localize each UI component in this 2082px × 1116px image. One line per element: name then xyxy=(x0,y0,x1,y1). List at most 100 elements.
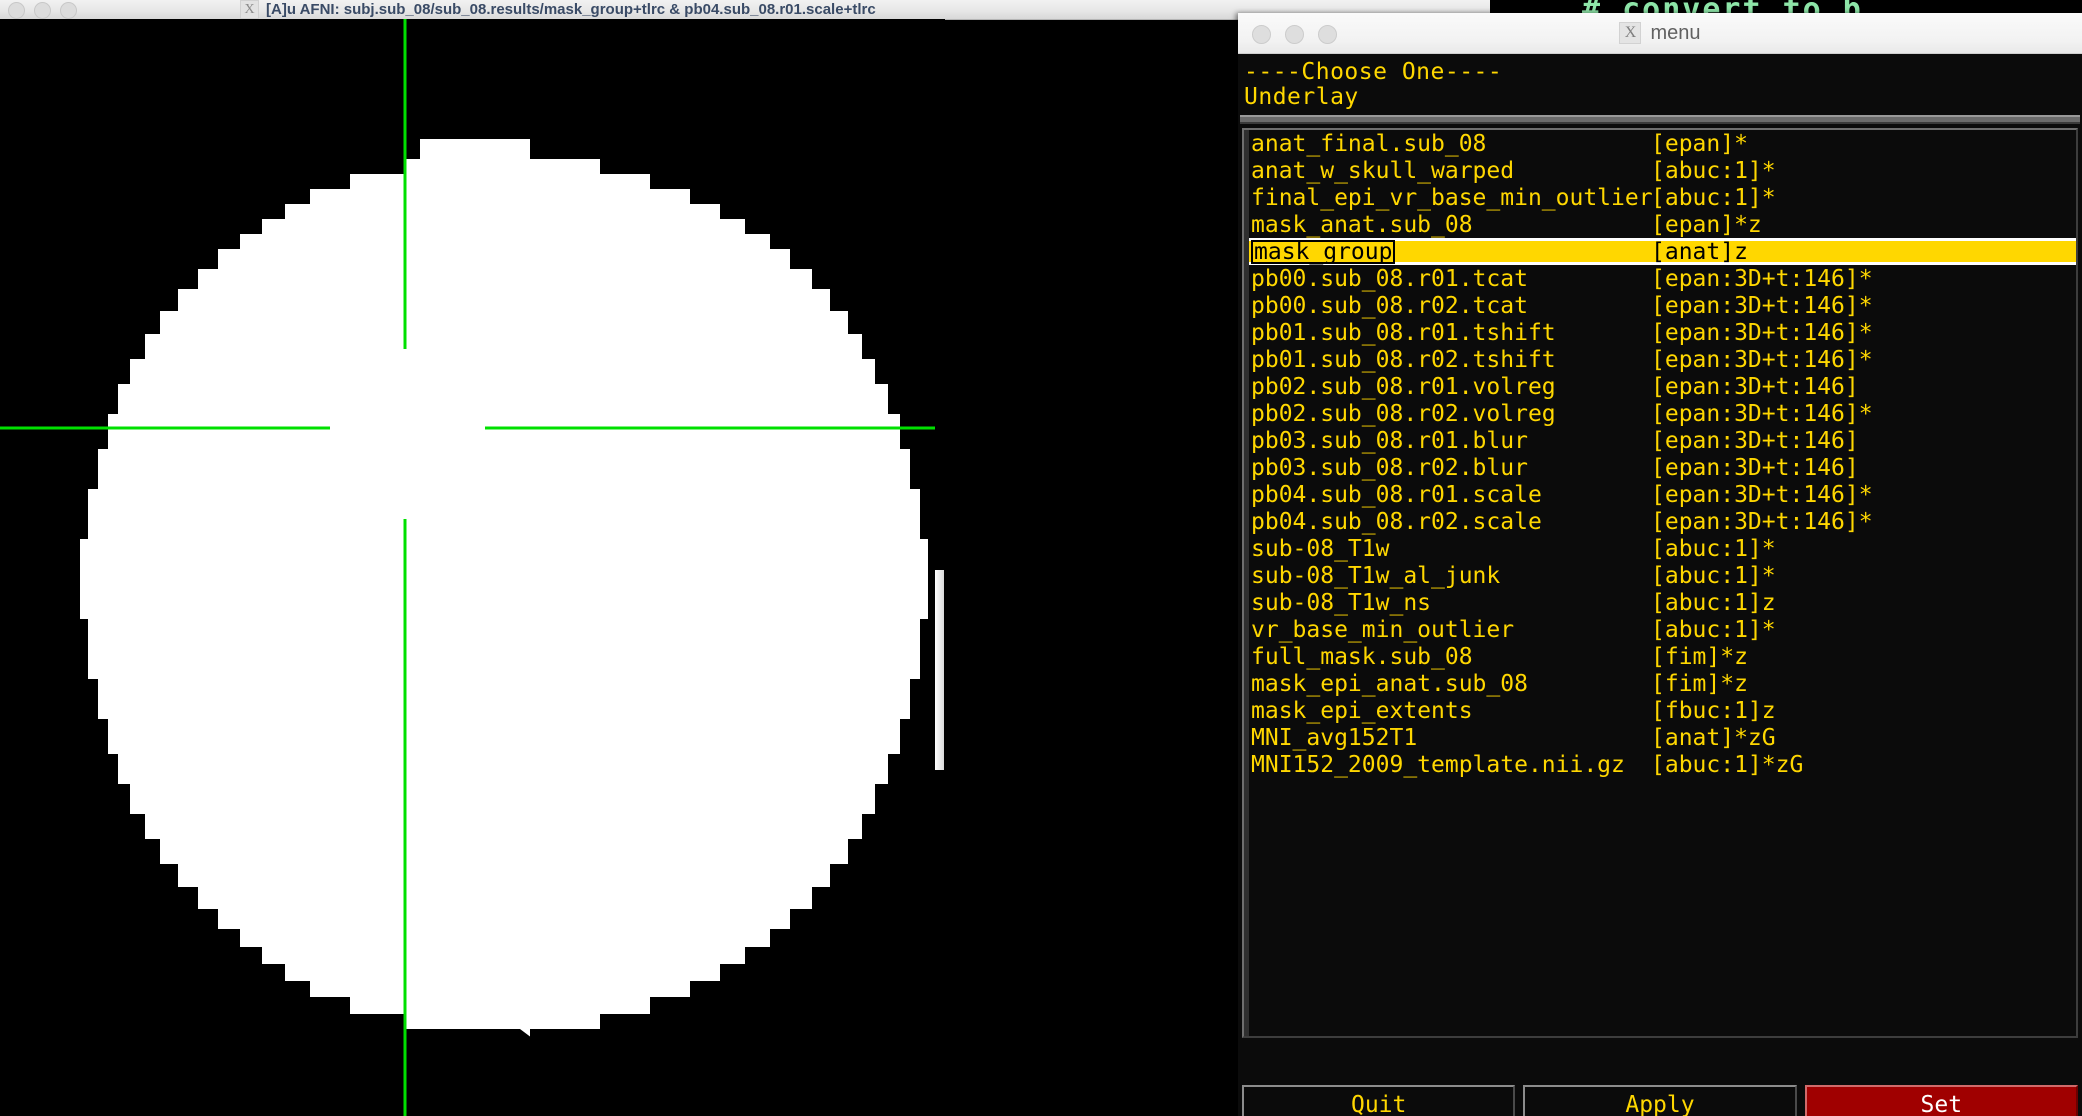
minimize-button[interactable] xyxy=(34,2,51,19)
dataset-type: [abuc:1]* xyxy=(1651,535,1776,562)
dataset-name: pb01.sub_08.r01.tshift xyxy=(1251,319,1556,346)
dataset-type: [abuc:1]* xyxy=(1651,562,1776,589)
dataset-row[interactable]: MNI_avg152T1 [anat]*zG xyxy=(1249,724,2076,751)
dataset-row[interactable]: mask_anat.sub_08 [epan]*z xyxy=(1249,211,2076,238)
menu-titlebar[interactable]: X menu xyxy=(1238,13,2082,54)
dataset-name: anat_final.sub_08 xyxy=(1251,130,1487,157)
dataset-type: [anat]z xyxy=(1651,238,1748,265)
dataset-row[interactable]: sub-08_T1w_ns [abuc:1]z xyxy=(1249,589,2076,616)
x-window-icon: X xyxy=(240,0,259,19)
dataset-row[interactable]: pb02.sub_08.r02.volreg [epan:3D+t:146]* xyxy=(1249,400,2076,427)
maximize-button[interactable] xyxy=(60,2,77,19)
menu-body: ----Choose One---- Underlay anat_final.s… xyxy=(1238,54,2082,1116)
dataset-type: [abuc:1]* xyxy=(1651,616,1776,643)
dataset-type: [epan:3D+t:146] xyxy=(1651,454,1859,481)
dataset-name: MNI152_2009_template.nii.gz xyxy=(1251,751,1625,778)
dataset-row[interactable]: sub-08_T1w [abuc:1]* xyxy=(1249,535,2076,562)
dataset-name: full_mask.sub_08 xyxy=(1251,643,1473,670)
dataset-type: [abuc:1]*zG xyxy=(1651,751,1804,778)
afni-image-window: X [A]u AFNI: subj.sub_08/sub_08.results/… xyxy=(0,0,1490,1116)
dataset-row[interactable]: pb03.sub_08.r01.blur [epan:3D+t:146] xyxy=(1249,427,2076,454)
dataset-row[interactable]: pb02.sub_08.r01.volreg [epan:3D+t:146] xyxy=(1249,373,2076,400)
dataset-name: sub-08_T1w xyxy=(1251,535,1390,562)
dataset-type: [epan:3D+t:146] xyxy=(1651,373,1859,400)
dataset-name: mask_anat.sub_08 xyxy=(1251,211,1473,238)
image-scrollbar-thumb[interactable] xyxy=(935,570,944,770)
dataset-row[interactable]: mask_epi_extents [fbuc:1]z xyxy=(1249,697,2076,724)
dataset-chooser-window: X menu ----Choose One---- Underlay anat_… xyxy=(1238,13,2082,1116)
dataset-name: pb04.sub_08.r02.scale xyxy=(1251,508,1542,535)
dataset-name-text: mask_group xyxy=(1251,239,1396,264)
dataset-type: [epan:3D+t:146]* xyxy=(1651,400,1873,427)
menu-title-group: X menu xyxy=(1238,13,2082,53)
action-buttons: Quit Apply Set xyxy=(1242,1085,2078,1116)
menu-window-title: menu xyxy=(1650,21,1701,44)
dataset-name: pb03.sub_08.r02.blur xyxy=(1251,454,1528,481)
dataset-row-selected[interactable]: mask_group [anat]z xyxy=(1249,238,2076,265)
dataset-row[interactable]: full_mask.sub_08 [fim]*z xyxy=(1249,643,2076,670)
dataset-type: [epan:3D+t:146] xyxy=(1651,427,1859,454)
dataset-type: [epan:3D+t:146]* xyxy=(1651,481,1873,508)
dataset-type: [epan:3D+t:146]* xyxy=(1651,265,1873,292)
chooser-header: ----Choose One---- Underlay xyxy=(1238,54,2082,110)
dataset-row[interactable]: anat_final.sub_08 [epan]* xyxy=(1249,130,2076,157)
dataset-name: mask_epi_anat.sub_08 xyxy=(1251,670,1528,697)
dataset-list-rows: anat_final.sub_08 [epan]* anat_w_skull_war… xyxy=(1249,130,2076,778)
dataset-type: [epan:3D+t:146]* xyxy=(1651,508,1873,535)
dataset-name: pb02.sub_08.r01.volreg xyxy=(1251,373,1556,400)
chooser-header-line2: Underlay xyxy=(1244,84,1359,110)
afni-title-group: X [A]u AFNI: subj.sub_08/sub_08.results/… xyxy=(240,0,876,19)
dataset-row[interactable]: anat_w_skull_warped [abuc:1]* xyxy=(1249,157,2076,184)
dataset-type: [anat]*zG xyxy=(1651,724,1776,751)
afni-window-title: [A]u AFNI: subj.sub_08/sub_08.results/ma… xyxy=(266,1,876,18)
chooser-header-line1: ----Choose One---- xyxy=(1244,59,1503,85)
dataset-type: [abuc:1]* xyxy=(1651,184,1776,211)
dataset-type: [abuc:1]z xyxy=(1651,589,1776,616)
dataset-row[interactable]: pb00.sub_08.r01.tcat [epan:3D+t:146]* xyxy=(1249,265,2076,292)
header-separator xyxy=(1240,115,2080,124)
dataset-row[interactable]: vr_base_min_outlier [abuc:1]* xyxy=(1249,616,2076,643)
dataset-row[interactable]: pb03.sub_08.r02.blur [epan:3D+t:146] xyxy=(1249,454,2076,481)
dataset-row[interactable]: sub-08_T1w_al_junk [abuc:1]* xyxy=(1249,562,2076,589)
dataset-type: [fim]*z xyxy=(1651,670,1748,697)
dataset-name: pb00.sub_08.r01.tcat xyxy=(1251,265,1528,292)
dataset-name: mask_epi_extents xyxy=(1251,697,1473,724)
dataset-name: pb00.sub_08.r02.tcat xyxy=(1251,292,1528,319)
dataset-list[interactable]: anat_final.sub_08 [epan]* anat_w_skull_war… xyxy=(1242,128,2078,1038)
dataset-row[interactable]: mask_epi_anat.sub_08 [fim]*z xyxy=(1249,670,2076,697)
dataset-row[interactable]: pb01.sub_08.r02.tshift [epan:3D+t:146]* xyxy=(1249,346,2076,373)
set-button[interactable]: Set xyxy=(1804,1085,2078,1116)
dataset-row[interactable]: pb00.sub_08.r02.tcat [epan:3D+t:146]* xyxy=(1249,292,2076,319)
dataset-name: pb04.sub_08.r01.scale xyxy=(1251,481,1542,508)
dataset-name: sub-08_T1w_al_junk xyxy=(1251,562,1501,589)
dataset-type: [abuc:1]* xyxy=(1651,157,1776,184)
dataset-name: pb01.sub_08.r02.tshift xyxy=(1251,346,1556,373)
dataset-name: anat_w_skull_warped xyxy=(1251,157,1515,184)
dataset-name: final_epi_vr_base_min_outlier xyxy=(1251,184,1653,211)
dataset-type: [epan:3D+t:146]* xyxy=(1651,319,1873,346)
window-controls[interactable] xyxy=(8,2,77,19)
dataset-row[interactable]: final_epi_vr_base_min_outlier [abuc:1]* xyxy=(1249,184,2076,211)
dataset-type: [epan:3D+t:146]* xyxy=(1651,346,1873,373)
dataset-row[interactable]: pb04.sub_08.r02.scale [epan:3D+t:146]* xyxy=(1249,508,2076,535)
apply-button[interactable]: Apply xyxy=(1523,1085,1797,1116)
image-scrollbar-track[interactable] xyxy=(935,19,945,1116)
dataset-type: [epan]*z xyxy=(1651,211,1762,238)
dataset-name: pb03.sub_08.r01.blur xyxy=(1251,427,1528,454)
dataset-type: [epan]* xyxy=(1651,130,1748,157)
dataset-type: [fim]*z xyxy=(1651,643,1748,670)
dataset-name: mask_group xyxy=(1249,239,1651,265)
dataset-name: MNI_avg152T1 xyxy=(1251,724,1418,751)
dataset-type: [fbuc:1]z xyxy=(1651,697,1776,724)
x-window-icon: X xyxy=(1619,22,1642,44)
quit-button[interactable]: Quit xyxy=(1242,1085,1516,1116)
brain-slice-viewport[interactable] xyxy=(0,19,935,1116)
dataset-row[interactable]: MNI152_2009_template.nii.gz [abuc:1]*zG xyxy=(1249,751,2076,778)
dataset-name: pb02.sub_08.r02.volreg xyxy=(1251,400,1556,427)
screen: # convert to b X [A]u AFNI: subj.sub_08/… xyxy=(0,0,2082,1116)
dataset-row[interactable]: pb01.sub_08.r01.tshift [epan:3D+t:146]* xyxy=(1249,319,2076,346)
dataset-name: sub-08_T1w_ns xyxy=(1251,589,1432,616)
dataset-type: [epan:3D+t:146]* xyxy=(1651,292,1873,319)
dataset-row[interactable]: pb04.sub_08.r01.scale [epan:3D+t:146]* xyxy=(1249,481,2076,508)
close-button[interactable] xyxy=(8,2,25,19)
